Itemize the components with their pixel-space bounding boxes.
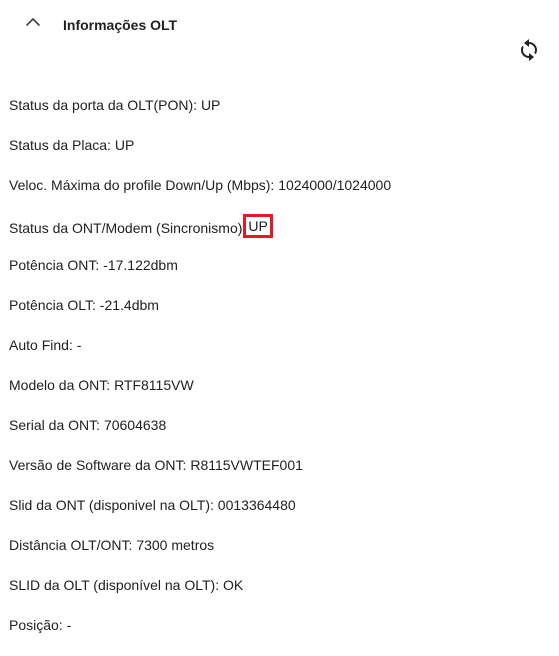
- info-value: 7300 metros: [136, 537, 215, 553]
- info-value: UP: [114, 137, 135, 153]
- info-value: UP: [200, 97, 221, 113]
- info-label: Slid da ONT (disponivel na OLT):: [9, 497, 218, 513]
- info-label: SLID da OLT (disponível na OLT):: [9, 577, 223, 593]
- info-row: Posição: -: [9, 616, 391, 656]
- panel-header: Informações OLT: [0, 0, 559, 61]
- info-value: -: [66, 617, 72, 633]
- info-row: Distância OLT/ONT: 7300 metros: [9, 536, 391, 576]
- info-value: 1024000/1024000: [278, 177, 392, 193]
- refresh-icon[interactable]: [517, 38, 541, 62]
- info-value: -: [76, 337, 82, 353]
- info-label: Status da Placa:: [9, 137, 115, 153]
- info-label: Posição:: [9, 617, 67, 633]
- info-row: Serial da ONT: 70604638: [9, 416, 391, 456]
- info-label: Status da ONT/Modem (Sincronismo): [9, 220, 243, 236]
- info-row: Modelo da ONT: RTF8115VW: [9, 376, 391, 416]
- info-row: Potência OLT: -21.4dbm: [9, 296, 391, 336]
- info-row: Slid da ONT (disponivel na OLT): 0013364…: [9, 496, 391, 536]
- info-value: -21.4dbm: [99, 297, 159, 313]
- info-row: Status da ONT/Modem (Sincronismo) UP: [9, 214, 391, 256]
- info-value: RTF8115VW: [114, 377, 194, 393]
- info-label: Veloc. Máxima do profile Down/Up (Mbps):: [9, 177, 279, 193]
- chevron-up-icon[interactable]: [22, 13, 44, 31]
- info-row: Versão de Software da ONT: R8115VWTEF001: [9, 456, 391, 496]
- info-label: Status da porta da OLT(PON):: [9, 97, 201, 113]
- info-label: Versão de Software da ONT:: [9, 457, 191, 473]
- info-row: Status da Placa: UP: [9, 136, 391, 176]
- info-label: Auto Find:: [9, 337, 77, 353]
- info-label: Distância OLT/ONT:: [9, 537, 137, 553]
- info-row: Potência ONT: -17.122dbm: [9, 256, 391, 296]
- info-value: -17.122dbm: [103, 257, 178, 273]
- info-label: Serial da ONT:: [9, 417, 104, 433]
- info-value: 70604638: [103, 417, 167, 433]
- info-value: 0013364480: [217, 497, 296, 513]
- info-row: Auto Find: -: [9, 336, 391, 376]
- info-row: Status da porta da OLT(PON): UP: [9, 96, 391, 136]
- highlighted-status-value: UP: [243, 214, 273, 238]
- info-label: Potência OLT:: [9, 297, 100, 313]
- info-label: Modelo da ONT:: [9, 377, 115, 393]
- info-value: OK: [223, 577, 244, 593]
- info-label: Potência ONT:: [9, 257, 104, 273]
- info-row: Veloc. Máxima do profile Down/Up (Mbps):…: [9, 176, 391, 216]
- info-value: R8115VWTEF001: [190, 457, 303, 473]
- olt-info-list: Status da porta da OLT(PON): UP Status da…: [9, 96, 391, 656]
- info-row: SLID da OLT (disponível na OLT): OK: [9, 576, 391, 616]
- panel-title: Informações OLT: [63, 17, 178, 33]
